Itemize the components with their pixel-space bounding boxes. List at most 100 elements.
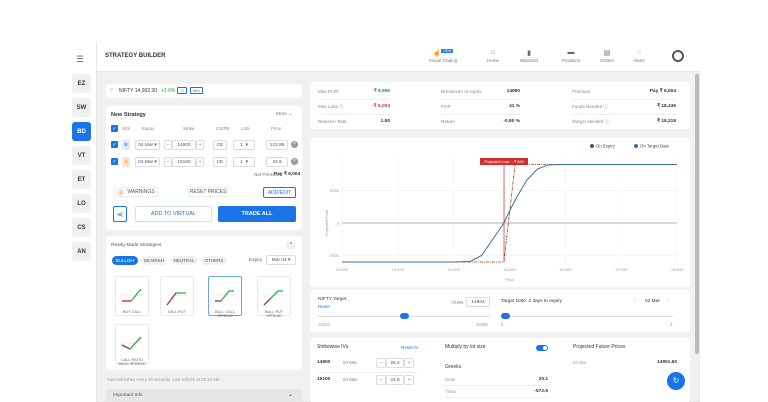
buy-sell-toggle[interactable]: S [122, 157, 130, 167]
add-edit-button[interactable]: ADD/EDIT [263, 187, 296, 198]
symbol-change: +1.0% [161, 88, 176, 94]
expiry-value: 04 Mar [138, 159, 154, 165]
reset-prices-button[interactable]: RESET PRICES [188, 187, 228, 197]
price-input[interactable]: 122.95 [266, 140, 288, 150]
nav-social-trading[interactable]: ☝ NEW Social Trading [423, 49, 463, 63]
expiry-select[interactable]: 04 Mar ▾ [135, 157, 160, 167]
tab-others[interactable]: OTHERS [201, 256, 227, 265]
strategy-tile[interactable]: BULL CALL SPREAD [208, 276, 242, 318]
important-info-label: Important Info [113, 393, 143, 398]
strike-increment[interactable]: + [196, 140, 204, 150]
sidebar: ☰ EZ SW BD VT ET LO CS AN [66, 42, 97, 402]
important-info-accordion[interactable]: Important Info ⌄ [106, 389, 302, 402]
symbol-search[interactable]: ⌕ NIFTY 14,902.30 +1.0% ↗ Info [106, 84, 302, 98]
avatar[interactable] [672, 50, 684, 62]
reset-iv-link[interactable]: Reset IV [401, 345, 418, 350]
column-header: Lots [241, 126, 250, 131]
future-expiry: 04 Mar [573, 360, 587, 365]
iv-input[interactable]: 24.6 [386, 375, 404, 385]
lots-select[interactable]: 1 ▾ [233, 157, 255, 167]
chart-icon[interactable]: ↗ [177, 87, 187, 94]
legend-label[interactable]: On Target Date [640, 144, 670, 149]
buy-sell-toggle[interactable]: B [122, 140, 130, 150]
tab-neutral[interactable]: NEUTRAL [171, 256, 197, 265]
sidebar-item-bd[interactable]: BD [72, 122, 91, 141]
target-card: NIFTY Target Reset +0.0% 14904 13410 163… [310, 290, 690, 332]
iv-expiry: 04 Mar [343, 360, 358, 365]
column-header: B/S [123, 126, 131, 131]
select-all-checkbox[interactable]: ✓ [111, 125, 118, 132]
iv-input[interactable]: 26.2 [386, 358, 404, 368]
stat-label: Reward / Risk [318, 119, 347, 124]
nav-home[interactable]: ⌂ Home [473, 49, 513, 63]
strike-input[interactable]: 15100 [172, 157, 196, 167]
y-tick-label: 5000 [330, 188, 340, 193]
stat-label: Breakeven at expiry [441, 89, 482, 94]
strike-increment[interactable]: + [196, 157, 204, 167]
strategy-tile[interactable]: CALL RATIO BACK SPREAD [115, 324, 149, 366]
share-button[interactable]: ⋖ [113, 206, 127, 222]
warnings-button[interactable]: 2 WARNINGS [114, 187, 158, 197]
nav-watchlist[interactable]: ▮ Watchlist [509, 49, 549, 63]
date-slider-track[interactable] [501, 316, 673, 317]
multiply-toggle[interactable] [536, 345, 548, 351]
column-header: Price [271, 126, 282, 131]
refresh-fab[interactable]: ↻ [667, 372, 685, 390]
iv-decrement[interactable]: − [376, 375, 386, 385]
date-prev-button[interactable]: ‹ [634, 299, 636, 304]
target-date: 02 Mar [645, 299, 660, 304]
menu-icon[interactable]: ☰ [76, 54, 84, 65]
lots-select[interactable]: 1 ▾ [233, 140, 255, 150]
sidebar-item-cs[interactable]: CS [72, 218, 91, 237]
option-type[interactable]: CE [213, 157, 227, 167]
date-slider-thumb[interactable] [501, 313, 510, 319]
x-tick-label: 16,000 [559, 267, 572, 272]
target-input[interactable]: 14904 [466, 297, 490, 307]
column-header: Strike [183, 126, 195, 131]
strike-input[interactable]: 14900 [172, 140, 196, 150]
iv-increment[interactable]: + [404, 375, 414, 385]
strategy-tile[interactable]: SELL PUT [160, 276, 194, 316]
trade-all-button[interactable]: TRADE ALL [218, 206, 296, 222]
price-input[interactable]: 42.9 [266, 157, 288, 167]
tab-bearish[interactable]: BEARISH [141, 256, 167, 265]
iv-decrement[interactable]: − [376, 358, 386, 368]
iv-increment[interactable]: + [404, 358, 414, 368]
expiry-select[interactable]: 04 Mar ▾ [135, 140, 160, 150]
x-tick-label: 15,000 [503, 267, 516, 272]
strike-decrement[interactable]: − [164, 157, 172, 167]
sidebar-item-vt[interactable]: VT [72, 146, 91, 165]
option-type[interactable]: CE [213, 140, 227, 150]
target-slider-thumb[interactable] [399, 313, 409, 319]
scrollbar[interactable] [695, 74, 699, 354]
remove-leg-icon[interactable]: × [291, 141, 298, 148]
price-value: 42.9 [272, 159, 282, 165]
strategy-tile[interactable]: BUY CALL [115, 276, 149, 316]
sidebar-item-sw[interactable]: SW [72, 98, 91, 117]
remove-leg-icon[interactable]: × [291, 158, 298, 165]
target-reset-link[interactable]: Reset [318, 304, 330, 309]
strike-decrement[interactable]: − [164, 140, 172, 150]
stat-label: POP [441, 104, 451, 109]
add-to-virtual-button[interactable]: ADD TO VIRTUAL [135, 206, 212, 222]
expiry-select[interactable]: Mar 04 ▾ [266, 255, 296, 265]
sidebar-item-an[interactable]: AN [72, 242, 91, 261]
leg-checkbox[interactable]: ✓ [111, 158, 118, 165]
leg-checkbox[interactable]: ✓ [111, 141, 118, 148]
more-dropdown[interactable]: More ⌄ [276, 112, 292, 117]
date-next-button[interactable]: › [667, 299, 669, 304]
tab-bullish[interactable]: BULLISH [112, 256, 138, 265]
stat-value: -0.80 % [503, 119, 520, 124]
sidebar-item-et[interactable]: ET [72, 170, 91, 189]
stat-value: ₹ 15,218 [656, 119, 676, 124]
nav-positions[interactable]: ▬ Positions [551, 49, 591, 63]
legend-label[interactable]: On Expiry [596, 144, 616, 149]
stat-value: -₹ 6,004 [372, 104, 390, 109]
date-min: 0 [501, 322, 504, 327]
sidebar-item-ez[interactable]: EZ [72, 74, 91, 93]
info-button[interactable]: Info [190, 87, 203, 94]
nav-alerts[interactable]: ◌ Alerts [619, 49, 659, 63]
sidebar-item-lo[interactable]: LO [72, 194, 91, 213]
strategy-tile[interactable]: BULL PUT SPREAD [257, 276, 291, 318]
collapse-icon[interactable]: ⌃ [286, 240, 296, 250]
